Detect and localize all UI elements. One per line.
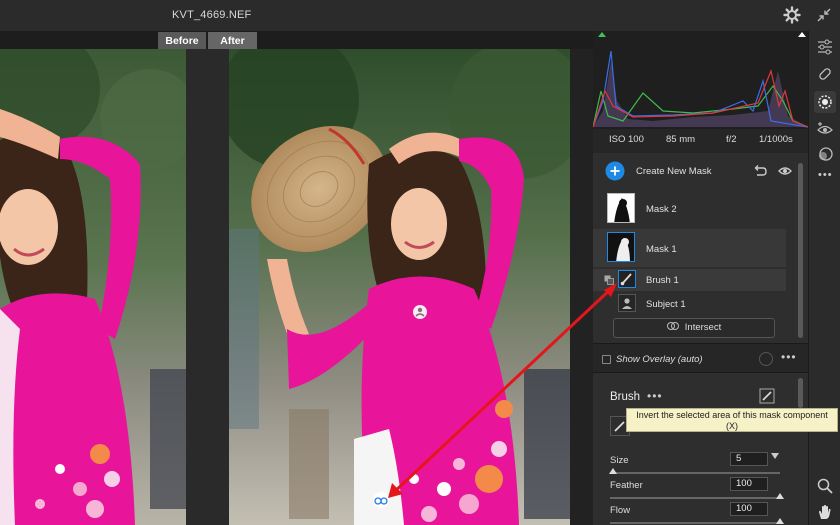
exif-aperture: f/2 (726, 134, 737, 145)
lightroom-window: KVT_4669.NEF Before After ISO 100 85 mm … (0, 0, 840, 525)
flow-label: Flow (610, 505, 631, 516)
flow-slider-thumb[interactable] (776, 518, 784, 524)
after-image (229, 49, 570, 525)
flow-input[interactable]: 100 (730, 502, 768, 516)
mask-2-label: Mask 2 (646, 204, 677, 215)
show-overlay-row: Show Overlay (auto) ••• (593, 343, 808, 373)
title-bar: KVT_4669.NEF (0, 0, 840, 31)
hand-icon[interactable] (816, 503, 834, 521)
red-eye-icon[interactable] (816, 120, 834, 138)
photo-canvas[interactable]: Before After (0, 31, 593, 525)
histogram (592, 31, 809, 129)
masks-scrollbar[interactable] (798, 163, 803, 338)
intersect-label: Intersect (684, 322, 722, 333)
size-slider[interactable] (610, 472, 780, 474)
more-tools-icon[interactable]: ••• (818, 169, 833, 181)
intersect-icon (666, 322, 679, 330)
compare-divider (186, 49, 229, 525)
exif-shutter: 1/1000s (759, 134, 793, 145)
zoom-icon[interactable] (816, 477, 834, 495)
collapse-icon[interactable] (815, 6, 833, 24)
tooltip-shortcut: (X) (726, 421, 738, 431)
exif-bar: ISO 100 85 mm f/2 1/1000s (593, 129, 808, 149)
feather-slider[interactable] (610, 497, 780, 499)
overlay-color-icon[interactable] (758, 351, 774, 367)
feather-label: Feather (610, 480, 643, 491)
brush-settings: Brush ••• Size 5 Feather 100 Flow 100 (593, 373, 808, 525)
masks-list: Create New Mask Mask 2 Mask 1 Brush 1 Su… (593, 153, 808, 343)
mask-item-1[interactable]: Mask 1 (593, 229, 786, 267)
edit-sliders-icon[interactable] (816, 38, 834, 56)
mask-1-label: Mask 1 (646, 244, 677, 255)
show-overlay-checkbox[interactable] (602, 355, 611, 364)
gear-icon[interactable] (783, 6, 801, 24)
show-overlay-label: Show Overlay (auto) (616, 354, 703, 365)
create-new-mask-button[interactable]: Create New Mask (605, 161, 745, 181)
eye-icon[interactable] (778, 164, 792, 178)
after-tab[interactable]: After (208, 32, 257, 50)
brush-scrollbar[interactable] (798, 378, 803, 408)
size-input[interactable]: 5 (730, 452, 768, 466)
brush-component-icon (618, 270, 636, 288)
mask-pin-icon[interactable] (413, 305, 427, 319)
after-photo[interactable] (229, 49, 570, 525)
healing-bandage-icon[interactable] (816, 65, 834, 83)
window-title: KVT_4669.NEF (172, 9, 252, 21)
brush-pin-icon[interactable] (373, 492, 389, 508)
presets-icon[interactable] (816, 145, 834, 163)
size-slider-thumb[interactable] (609, 468, 618, 474)
mask-item-2[interactable]: Mask 2 (593, 191, 793, 225)
flow-slider[interactable] (610, 522, 780, 524)
component-subject-1[interactable]: Subject 1 (593, 293, 793, 315)
exif-iso: ISO 100 (609, 134, 644, 145)
before-tab[interactable]: Before (158, 32, 206, 50)
mask-1-thumbnail (607, 232, 635, 262)
tool-strip: ••• (808, 31, 840, 525)
masking-icon (818, 95, 832, 109)
tooltip-text: Invert the selected area of this mask co… (636, 410, 828, 420)
size-label: Size (610, 455, 629, 466)
subject-1-label: Subject 1 (646, 299, 686, 310)
highlight-clip-icon[interactable] (798, 32, 806, 37)
before-photo[interactable] (0, 49, 186, 525)
masking-tool-button[interactable] (814, 91, 836, 113)
brush-mode-icon[interactable] (759, 388, 775, 404)
brush-title: Brush (610, 391, 641, 403)
size-dropdown-icon[interactable] (771, 453, 779, 459)
component-brush-1[interactable]: Brush 1 (593, 269, 786, 291)
before-image (0, 49, 186, 525)
intersect-button[interactable]: Intersect (613, 318, 775, 338)
invert-tooltip: Invert the selected area of this mask co… (626, 408, 838, 432)
masking-panel: ISO 100 85 mm f/2 1/1000s Create New Mas… (592, 31, 809, 525)
brush-1-label: Brush 1 (646, 275, 679, 286)
create-new-mask-label: Create New Mask (636, 166, 712, 177)
plus-icon (605, 161, 625, 181)
person-icon (618, 294, 636, 312)
brush-more-icon[interactable]: ••• (647, 389, 663, 403)
feather-input[interactable]: 100 (730, 477, 768, 491)
exif-focal: 85 mm (666, 134, 696, 145)
shadow-clip-icon[interactable] (598, 32, 606, 37)
feather-slider-thumb[interactable] (776, 493, 784, 499)
mask-2-thumbnail (607, 193, 635, 223)
invert-icon[interactable] (604, 275, 614, 285)
undo-icon[interactable] (753, 164, 767, 178)
canvas-edge (570, 49, 593, 525)
overlay-more-icon[interactable]: ••• (781, 350, 797, 364)
